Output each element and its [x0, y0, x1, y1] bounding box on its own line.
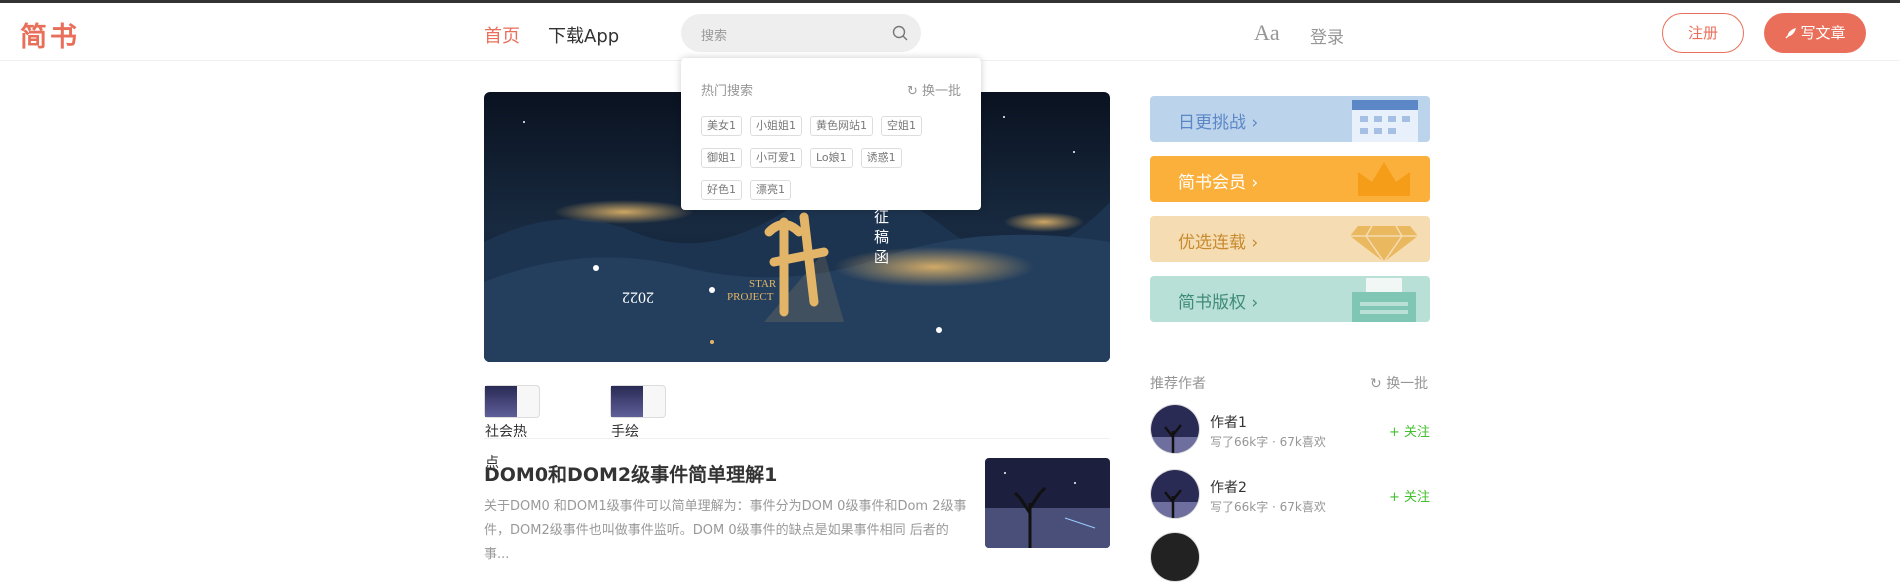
board-copyright[interactable]: 简书版权 › — [1150, 276, 1430, 322]
topic-thumb — [485, 386, 517, 417]
board-label: 简书版权 › — [1178, 293, 1259, 313]
hot-search-title: 热门搜索 — [701, 84, 754, 99]
banner-gao: 稿 — [874, 228, 889, 246]
topic-thumb — [611, 386, 643, 417]
refresh-icon: ↻ — [1370, 376, 1382, 392]
divider — [484, 438, 1110, 439]
hot-tag[interactable]: 好色1 — [701, 180, 742, 200]
board-label: 简书会员 › — [1178, 173, 1259, 193]
crown-icon — [1358, 162, 1410, 196]
banner-year: 2022 — [622, 289, 654, 306]
author-meta: 写了66k字 · 67k喜欢 — [1210, 435, 1326, 449]
logo[interactable]: 简书 — [20, 15, 80, 54]
header: 简书 首页 下载App 搜索 Aa 登录 注册 写文章 — [0, 3, 1900, 61]
avatar[interactable] — [1150, 469, 1200, 519]
banner-project: PROJECT — [727, 291, 774, 303]
hot-tag[interactable]: 美女1 — [701, 116, 742, 136]
banner-han: 函 — [874, 248, 889, 266]
topic-item[interactable]: 社会热点 — [484, 385, 540, 471]
hot-tag[interactable]: 漂亮1 — [750, 180, 791, 200]
author-meta: 写了66k字 · 67k喜欢 — [1210, 500, 1326, 514]
hot-search-panel: 热门搜索 ↻ 换一批 美女1 小姐姐1 黄色网站1 空姐1 御姐1 小可爱1 Lo娘1 诱惑… — [681, 58, 981, 210]
board-label: 日更挑战 › — [1178, 113, 1259, 133]
search-input[interactable]: 搜索 — [701, 25, 727, 44]
author-name[interactable]: 作者1 — [1210, 412, 1247, 432]
article-abstract: 关于DOM0 和DOM1级事件可以简单理解为：事件分为DOM 0级事件和Dom … — [484, 499, 967, 562]
author-item: 作者1 写了66k字 · 67k喜欢 + 关注 — [1150, 404, 1430, 454]
search-box[interactable]: 搜索 — [681, 14, 921, 52]
board-membership[interactable]: 简书会员 › — [1150, 156, 1430, 202]
write-label: 写文章 — [1800, 24, 1846, 42]
article-title[interactable]: DOM0和DOM2级事件简单理解1 — [484, 460, 777, 487]
diamond-icon — [1350, 225, 1418, 262]
feather-icon — [1786, 27, 1797, 39]
nav-home[interactable]: 首页 — [484, 22, 520, 48]
refresh-icon: ↻ — [906, 84, 918, 99]
board-label: 优选连载 › — [1178, 233, 1259, 253]
hot-search-refresh-label: 换一批 — [921, 84, 961, 99]
author-item — [1150, 532, 1430, 582]
banner-zheng: 征 — [874, 208, 889, 226]
typewriter-icon — [1352, 278, 1416, 322]
calendar-icon — [1352, 100, 1418, 142]
signup-button[interactable]: 注册 — [1662, 13, 1744, 53]
hot-tag[interactable]: 诱惑1 — [860, 148, 902, 168]
avatar[interactable] — [1150, 404, 1200, 454]
hot-tag[interactable]: 黄色网站1 — [810, 116, 873, 136]
author-name[interactable]: 作者2 — [1210, 477, 1247, 497]
follow-button[interactable]: + 关注 — [1389, 421, 1430, 440]
hot-tag[interactable]: 小姐姐1 — [750, 116, 802, 136]
board-serial[interactable]: 优选连载 › — [1150, 216, 1430, 262]
hot-tag[interactable]: 空姐1 — [881, 116, 922, 136]
banner-star: STAR — [749, 278, 777, 290]
hot-search-refresh[interactable]: ↻ 换一批 — [907, 80, 961, 99]
write-article-button[interactable]: 写文章 — [1764, 13, 1866, 53]
nav-download-app[interactable]: 下载App — [548, 22, 619, 48]
topic-item[interactable]: 手绘 — [610, 385, 666, 440]
board-daily-challenge[interactable]: 日更挑战 › — [1150, 96, 1430, 142]
author-item: 作者2 写了66k字 · 67k喜欢 + 关注 — [1150, 469, 1430, 519]
search-icon[interactable] — [891, 24, 909, 42]
hot-search-tags: 美女1 小姐姐1 黄色网站1 空姐1 御姐1 小可爱1 Lo娘1 诱惑1 好色1 漂亮1 — [701, 114, 965, 210]
recommend-refresh-label: 换一批 — [1386, 376, 1429, 392]
hot-tag[interactable]: Lo娘1 — [810, 148, 853, 168]
hot-tag[interactable]: 御姐1 — [701, 148, 742, 168]
recommend-authors-title: 推荐作者 — [1150, 376, 1206, 392]
avatar[interactable] — [1150, 532, 1200, 582]
font-size-icon[interactable]: Aa — [1254, 20, 1280, 46]
recommend-refresh[interactable]: ↻ 换一批 — [1370, 373, 1428, 393]
hot-tag[interactable]: 小可爱1 — [750, 148, 802, 168]
follow-button[interactable]: + 关注 — [1389, 486, 1430, 505]
login-link[interactable]: 登录 — [1310, 23, 1344, 48]
article-thumbnail[interactable] — [985, 458, 1110, 548]
